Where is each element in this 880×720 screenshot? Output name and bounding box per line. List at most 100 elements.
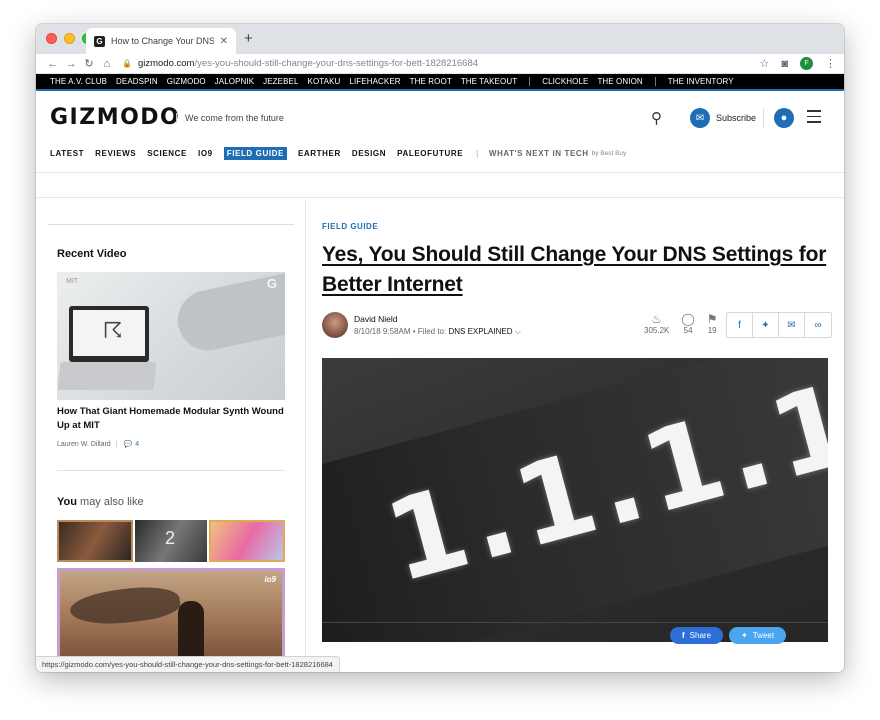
network-link[interactable]: The A.V. Club	[50, 77, 107, 86]
browser-tab-active[interactable]: G How to Change Your DNS Setti ✕	[86, 28, 236, 54]
recent-video-heading: Recent Video	[57, 248, 127, 260]
nav-earther[interactable]: EARTHER	[298, 147, 341, 160]
profile-avatar[interactable]: F	[800, 57, 813, 70]
author-name[interactable]: David Nield	[354, 314, 397, 324]
recommendation-thumb[interactable]: 2	[135, 520, 207, 562]
bookmark-icon: ⚑	[706, 312, 718, 326]
stick-figure-icon: ☈	[103, 318, 123, 343]
share-label: Share	[689, 631, 712, 640]
dragon-shape	[68, 581, 182, 631]
close-window-button[interactable]	[46, 33, 57, 44]
video-badge-logo: G	[266, 276, 277, 291]
twitter-icon: ✦	[741, 631, 748, 640]
network-divider	[654, 77, 656, 86]
network-link[interactable]: Jalopnik	[215, 77, 254, 86]
subscribe-label: Subscribe	[716, 113, 757, 123]
recommendation-thumb[interactable]	[209, 520, 285, 562]
twitter-share-icon[interactable]: ✦	[753, 313, 779, 337]
video-comment-count[interactable]: 4	[135, 441, 139, 448]
saves-stat[interactable]: ⚑ 19	[707, 312, 718, 335]
lock-icon: 🔒	[122, 59, 132, 68]
facebook-share-button[interactable]: f Share	[670, 627, 724, 644]
address-bar[interactable]: 🔒 gizmodo.com/yes-you-should-still-chang…	[122, 55, 759, 73]
forward-icon[interactable]: →	[62, 58, 80, 70]
nav-field-guide[interactable]: FIELD GUIDE	[223, 147, 287, 160]
close-tab-icon[interactable]: ✕	[220, 36, 228, 47]
chevron-down-icon[interactable]: ⌵	[515, 327, 521, 336]
article-date: 8/10/18 9:58AM	[354, 327, 411, 336]
thumb-number: 2	[165, 528, 176, 548]
site-header: GIZMODO We come from the future ⚲ ✉ Subs…	[36, 91, 844, 173]
share-buttons: f ✦ ✉ ∞	[726, 312, 832, 338]
url-path: /yes-you-should-still-change-your-dns-se…	[194, 58, 479, 69]
article-stats: ♨ 305.2K ◯ 54 ⚑ 19	[644, 312, 718, 335]
article-headline[interactable]: Yes, You Should Still Change Your DNS Se…	[322, 240, 832, 300]
video-thumbnail[interactable]: MIT G ☈	[57, 272, 285, 400]
network-link[interactable]: Jezebel	[263, 77, 298, 86]
browser-window: G How to Change Your DNS Setti ✕ + ← → ↻…	[36, 24, 844, 672]
nav-paleofuture[interactable]: PALEOFUTURE	[397, 147, 463, 160]
video-author[interactable]: Lauren W. Dillard	[57, 441, 111, 448]
network-link[interactable]: The Root	[410, 77, 452, 86]
meta-divider: |	[115, 440, 118, 448]
sidebar-divider	[57, 470, 285, 471]
minimize-window-button[interactable]	[64, 33, 75, 44]
sidebar: Recent Video MIT G ☈ How That Giant Home…	[36, 200, 306, 672]
bookmark-star-icon[interactable]: ☆	[759, 57, 769, 70]
network-link[interactable]: Deadspin	[116, 77, 158, 86]
subscribe-button[interactable]: ✉ Subscribe	[690, 108, 756, 128]
network-link[interactable]: ClickHole	[542, 77, 588, 86]
article-meta: 8/10/18 9:58AM • Filed to: DNS EXPLAINED…	[354, 327, 521, 337]
email-share-icon[interactable]: ✉	[779, 313, 805, 337]
nav-divider: |	[476, 149, 479, 158]
user-account-icon[interactable]: ●	[774, 108, 794, 128]
network-link[interactable]: Gizmodo	[167, 77, 206, 86]
network-link[interactable]: Kotaku	[308, 77, 341, 86]
network-link[interactable]: The Inventory	[668, 77, 734, 86]
status-bar-url: https://gizmodo.com/yes-you-should-still…	[36, 656, 340, 672]
toolbar-actions: ☆ ◙ F ⋮	[759, 57, 836, 70]
comments-stat[interactable]: ◯ 54	[681, 312, 694, 335]
sponsor-label: by Best Buy	[591, 150, 627, 157]
reload-icon[interactable]: ↻	[80, 57, 98, 70]
page-content: Recent Video MIT G ☈ How That Giant Home…	[36, 200, 844, 672]
floating-share-bar: f Share ✦ Tweet	[670, 627, 787, 644]
io9-badge: io9	[264, 575, 276, 584]
recommendation-thumb[interactable]	[57, 520, 133, 562]
nav-design[interactable]: DESIGN	[352, 147, 386, 160]
comment-icon: ◯	[681, 312, 695, 326]
tweet-button[interactable]: ✦ Tweet	[729, 627, 787, 644]
back-icon[interactable]: ←	[44, 58, 62, 70]
search-icon[interactable]: ⚲	[651, 109, 662, 127]
nav-latest[interactable]: LATEST	[50, 147, 84, 160]
extension-icon[interactable]: ◙	[781, 58, 788, 70]
network-link[interactable]: The Onion	[597, 77, 642, 86]
link-share-icon[interactable]: ∞	[805, 313, 831, 337]
article-kicker[interactable]: FIELD GUIDE	[322, 222, 378, 231]
network-link[interactable]: The Takeout	[461, 77, 517, 86]
nav-reviews[interactable]: REVIEWS	[95, 147, 136, 160]
video-caption-link[interactable]: How That Giant Homemade Modular Synth Wo…	[57, 405, 285, 433]
site-logo[interactable]: GIZMODO	[50, 105, 180, 130]
hero-image[interactable]: 1.1.1.1	[322, 358, 828, 642]
home-icon[interactable]: ⌂	[98, 58, 116, 70]
views-stat: ♨ 305.2K	[644, 312, 669, 335]
nav-io9[interactable]: IO9	[198, 147, 213, 160]
site-tagline: We come from the future	[176, 113, 284, 123]
nav-science[interactable]: SCIENCE	[147, 147, 187, 160]
header-divider	[763, 108, 764, 128]
laptop-shape: ☈	[69, 306, 149, 362]
filed-to-link[interactable]: DNS EXPLAINED	[448, 327, 512, 336]
comments-count: 54	[683, 326, 693, 335]
article-byline: David Nield 8/10/18 9:58AM • Filed to: D…	[322, 312, 832, 342]
menu-kebab-icon[interactable]: ⋮	[825, 57, 836, 70]
facebook-share-icon[interactable]: f	[727, 313, 753, 337]
network-divider	[529, 77, 531, 86]
new-tab-icon[interactable]: +	[244, 30, 253, 47]
comment-bubble-icon[interactable]: 💬	[124, 440, 133, 448]
author-avatar[interactable]	[322, 312, 348, 338]
network-link[interactable]: Lifehacker	[349, 77, 400, 86]
favicon-icon: G	[94, 35, 105, 47]
nav-whats-next[interactable]: WHAT'S NEXT IN TECH	[489, 149, 589, 158]
hamburger-menu-icon[interactable]	[807, 110, 821, 127]
